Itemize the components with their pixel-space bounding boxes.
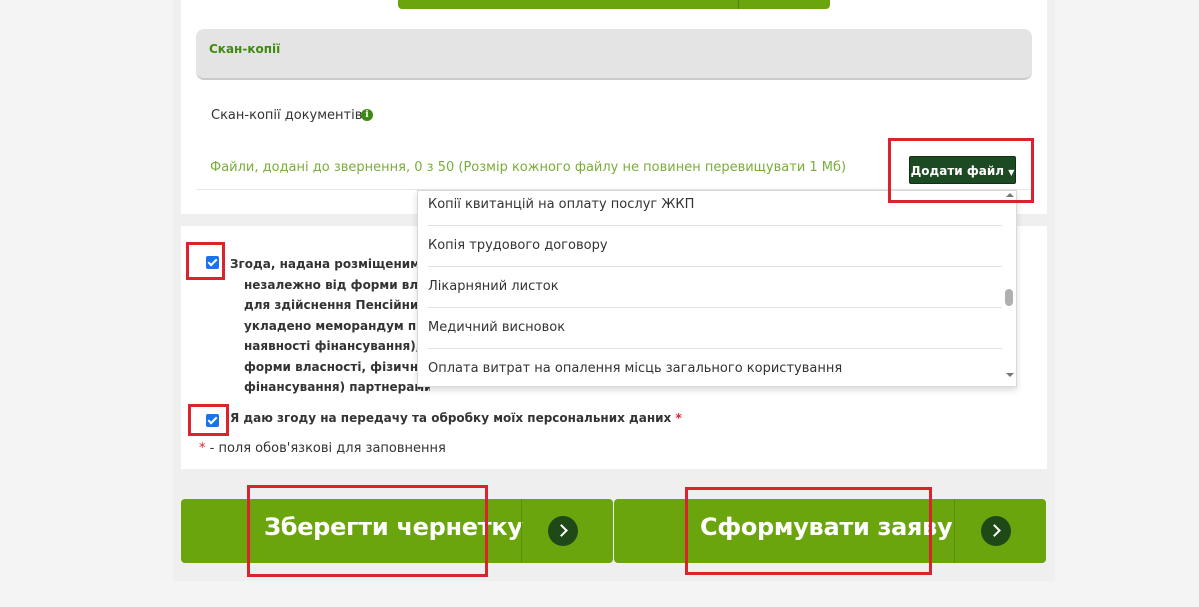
dropdown-item[interactable]: Копія трудового договору	[428, 226, 1002, 267]
required-star: *	[675, 411, 682, 425]
caret-down-icon: ▼	[1008, 168, 1015, 177]
section-title: Скан-копії	[209, 42, 281, 56]
personal-data-label: Я даю згоду на передачу та обробку моїх …	[230, 411, 672, 425]
documents-label: Скан-копії документів	[211, 108, 363, 123]
scrollbar-thumb[interactable]	[1005, 289, 1013, 306]
scroll-up-arrow-icon[interactable]	[1006, 193, 1014, 197]
submit-label: Сформувати заяву	[700, 513, 953, 541]
file-type-dropdown[interactable]: Копії квитанцій на оплату послуг ЖКП Коп…	[417, 190, 1017, 387]
button-separator	[954, 499, 955, 563]
chevron-right-icon	[548, 516, 578, 546]
consent-checkbox[interactable]	[206, 256, 219, 269]
consent-line: форми власності, фізичним ос	[244, 359, 430, 374]
consent-line: наявності фінансування), випл	[244, 339, 430, 353]
button-separator	[521, 499, 522, 563]
required-star: *	[199, 441, 206, 456]
dropdown-item[interactable]: Медичний висновок	[428, 308, 1002, 349]
consent-line: укладено меморандум про вз	[244, 318, 430, 333]
required-note: * - поля обов'язкові для заповнення	[199, 441, 446, 456]
consent-line: для здійснення Пенсійним фо	[244, 298, 430, 312]
consent-line: Згода, надана розміщеними в	[230, 257, 430, 271]
consent-line: фінансування) партнерами, до	[244, 380, 430, 394]
dropdown-item[interactable]: Лікарняний листок	[428, 267, 1002, 308]
scans-section-header: Скан-копії	[196, 29, 1032, 80]
dropdown-item[interactable]: Копії квитанцій на оплату послуг ЖКП	[428, 191, 1002, 226]
add-file-button[interactable]: Додати файл ▼	[909, 156, 1016, 184]
scroll-down-arrow-icon[interactable]	[1006, 373, 1014, 377]
add-file-label: Додати файл	[910, 164, 1005, 178]
submit-application-button[interactable]: Сформувати заяву	[614, 499, 1046, 563]
personal-data-consent: Я даю згоду на передачу та обробку моїх …	[230, 411, 682, 425]
info-icon[interactable]: i	[361, 109, 373, 121]
chevron-right-icon	[981, 516, 1011, 546]
required-note-text: - поля обов'язкові для заповнення	[209, 441, 446, 456]
save-draft-button[interactable]: Зберегти чернетку	[181, 499, 613, 563]
button-separator	[738, 0, 739, 9]
consent-line: незалежно від форми власно	[244, 277, 430, 292]
files-status-text: Файли, додані до звернення, 0 з 50 (Розм…	[210, 160, 847, 175]
consent-text: Згода, надана розміщеними в незалежно ві…	[230, 254, 430, 398]
personal-data-checkbox[interactable]	[206, 414, 219, 427]
save-draft-label: Зберегти чернетку	[264, 513, 523, 541]
dropdown-item[interactable]: Оплата витрат на опалення місць загально…	[428, 349, 1002, 386]
previous-section-button[interactable]	[398, 0, 830, 9]
